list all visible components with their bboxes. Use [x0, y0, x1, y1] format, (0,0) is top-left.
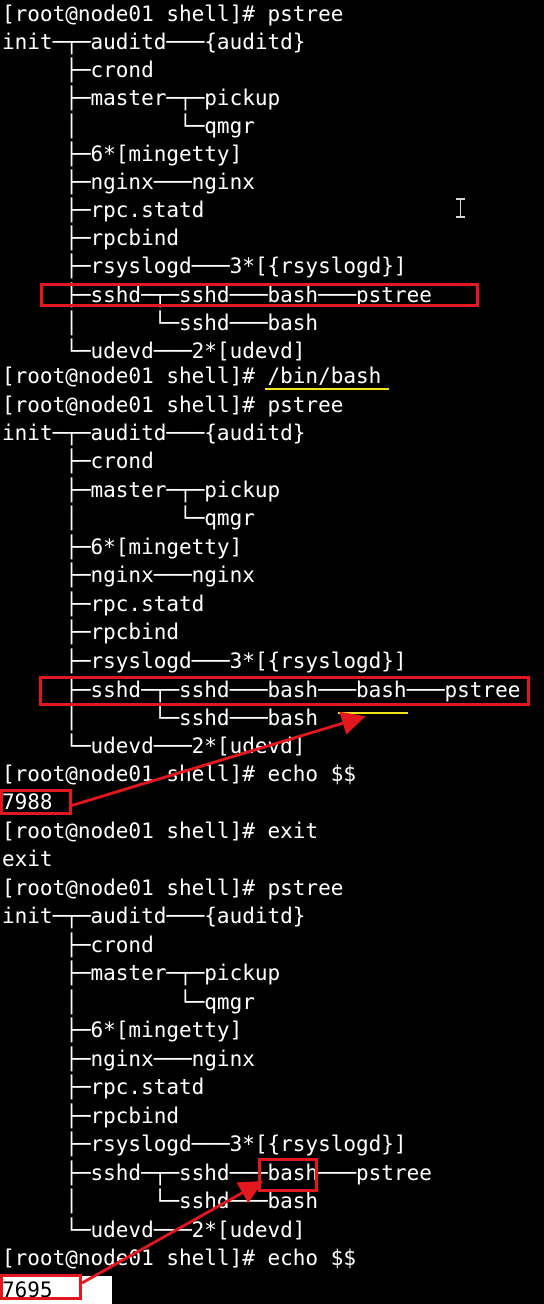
- arrow-7695-to-bash: [81, 1181, 264, 1285]
- arrow-7988-to-bash: [69, 711, 366, 808]
- annotation-arrows: [69, 711, 366, 1285]
